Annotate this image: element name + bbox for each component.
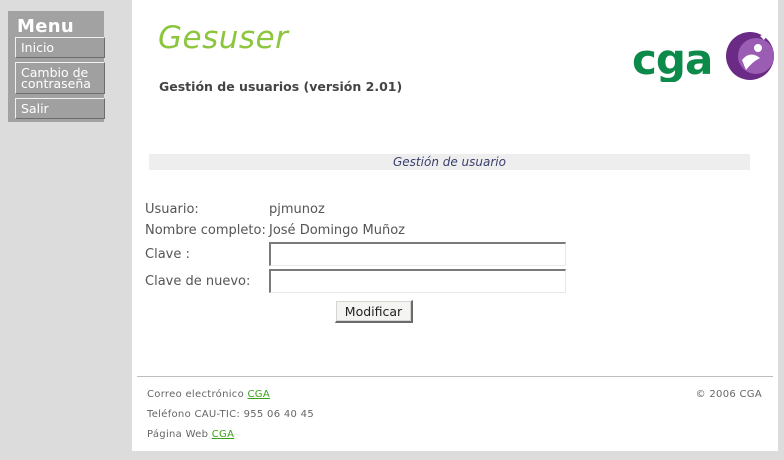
- menu-item-inicio[interactable]: Inicio: [15, 37, 105, 58]
- section-header: Gestión de usuario: [149, 154, 750, 170]
- usuario-label: Usuario:: [145, 202, 199, 217]
- email-link[interactable]: CGA: [248, 389, 270, 400]
- sidebar-menu: Menu Inicio Cambio de contraseña Salir: [8, 11, 105, 122]
- footer-divider: [137, 376, 773, 377]
- copyright: © 2006 CGA: [695, 389, 762, 400]
- cga-logo: cga: [632, 32, 774, 82]
- main-panel: Gesuser Gestión de usuarios (versión 2.0…: [132, 0, 778, 451]
- menu-item-label: Cambio de contraseña: [21, 65, 91, 91]
- footer-phone: Teléfono CAU-TIC: 955 06 40 45: [147, 409, 314, 420]
- page-subtitle: Gestión de usuarios (versión 2.01): [159, 79, 403, 94]
- web-link[interactable]: CGA: [212, 429, 234, 440]
- nombre-completo-value: José Domingo Muñoz: [269, 223, 405, 238]
- clave-repeat-field[interactable]: [269, 269, 566, 293]
- footer-email: Correo electrónico CGA: [147, 389, 270, 400]
- menu-item-salir[interactable]: Salir: [15, 98, 105, 119]
- logo-text: cga: [632, 35, 712, 82]
- clave-label: Clave :: [145, 247, 190, 262]
- menu-item-cambio-contrasena[interactable]: Cambio de contraseña: [15, 62, 105, 94]
- clave-repeat-label: Clave de nuevo:: [145, 274, 251, 289]
- footer-email-label: Correo electrónico: [147, 389, 245, 400]
- app-title: Gesuser: [158, 20, 289, 56]
- modificar-button[interactable]: Modificar: [335, 300, 413, 323]
- menu-title: Menu: [17, 16, 74, 37]
- clave-field[interactable]: [269, 242, 566, 266]
- footer-web: Página Web CGA: [147, 429, 234, 440]
- nombre-completo-label: Nombre completo:: [145, 223, 266, 238]
- footer-web-label: Página Web: [147, 429, 209, 440]
- menu-item-label: Inicio: [21, 40, 55, 55]
- menu-item-label: Salir: [21, 101, 49, 116]
- usuario-value: pjmunoz: [269, 202, 325, 217]
